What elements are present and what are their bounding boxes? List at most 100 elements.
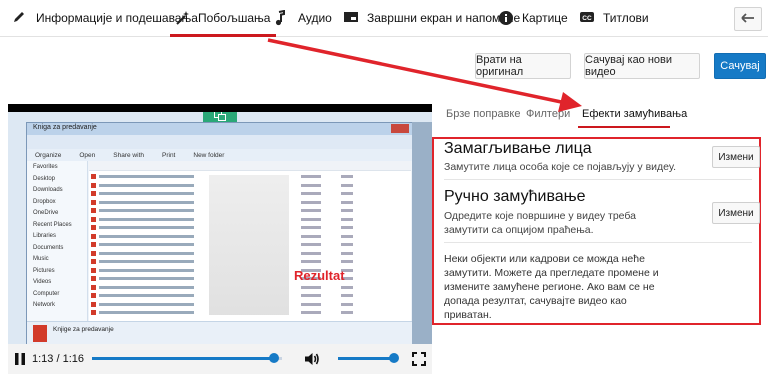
time-display: 1:13 / 1:16	[32, 353, 84, 365]
back-button[interactable]	[734, 7, 762, 31]
tab-audio[interactable]: Аудио	[274, 0, 332, 36]
toolbar-item: Organize	[35, 151, 62, 159]
file-row	[91, 216, 409, 223]
save-button[interactable]: Сачувај	[714, 53, 766, 79]
face-blur-description: Замутите лица особа које се појављују у …	[444, 161, 676, 173]
result-overlay-label: Rezultat	[294, 268, 345, 283]
editor-tabs-bar: Информације и подешавања Побољшања Аудио…	[0, 0, 768, 37]
divider	[444, 179, 752, 180]
magic-wand-icon	[174, 10, 192, 26]
file-row	[91, 309, 409, 316]
active-tab-indicator	[578, 126, 670, 128]
window-close-icon	[391, 124, 409, 133]
face-blur-edit-button[interactable]: Измени	[712, 146, 760, 168]
file-row	[91, 284, 409, 291]
explorer-toolbar: Organize Open Share with Print New folde…	[27, 149, 421, 161]
explorer-address-bar	[27, 135, 413, 150]
file-row	[91, 207, 409, 214]
pdf-file-icon	[33, 325, 47, 342]
tab-subtitles[interactable]: CC Титлови	[579, 0, 649, 36]
toolbar-item: Share with	[113, 151, 144, 159]
tab-end-screen-annotations[interactable]: Завршни екран и напомене	[343, 0, 520, 36]
info-circle-icon	[498, 10, 516, 26]
custom-blur-edit-button[interactable]: Измени	[712, 202, 760, 224]
revert-to-original-button[interactable]: Врати на оригинал	[475, 53, 571, 79]
toolbar-item: New folder	[193, 151, 225, 159]
nav-item: Music	[33, 256, 49, 262]
file-row	[91, 275, 409, 282]
fullscreen-button[interactable]	[412, 352, 426, 371]
pause-icon	[14, 353, 26, 370]
tab-label: Титлови	[603, 11, 649, 25]
nav-item: Documents	[33, 244, 64, 251]
toolbar-item: Print	[162, 151, 176, 159]
custom-blur-description: Одредите које површине у видеу треба зам…	[444, 210, 636, 236]
file-row	[91, 292, 409, 299]
file-row	[91, 182, 409, 189]
seek-progress	[92, 357, 275, 360]
explorer-file-list	[89, 161, 411, 321]
tab-enhancements[interactable]: Побољшања	[169, 0, 277, 37]
nav-item: Libraries	[33, 233, 57, 239]
player-controls: 1:13 / 1:16	[8, 344, 432, 374]
tab-blur-effects[interactable]: Ефекти замућивања	[582, 108, 687, 120]
svg-text:CC: CC	[582, 15, 592, 22]
tab-label: Аудио	[298, 11, 332, 25]
file-row	[91, 250, 409, 257]
tab-info-settings[interactable]: Информације и подешавања	[12, 0, 198, 36]
arrow-left-icon	[741, 10, 755, 28]
volume-button[interactable]	[304, 351, 320, 372]
fullscreen-icon	[412, 352, 426, 370]
selected-file-name: Knjige za predavanje	[53, 326, 114, 333]
window-title: Kniga za predavanje	[33, 124, 97, 131]
volume-icon	[304, 353, 320, 371]
custom-blur-title: Ручно замућивање	[444, 188, 586, 205]
file-row	[91, 199, 409, 206]
background-window	[412, 122, 432, 348]
file-row	[91, 241, 409, 248]
file-row	[91, 301, 409, 308]
nav-item: Dropbox	[33, 198, 56, 205]
explorer-details-pane: Knjige za predavanje	[27, 321, 413, 346]
nav-item: Computer	[33, 290, 60, 297]
nav-item: OneDrive	[33, 210, 59, 216]
tab-cards[interactable]: Картице	[498, 0, 568, 36]
file-row	[91, 267, 409, 274]
explorer-nav-pane: Favorites Desktop Downloads Dropbox OneDrive…	[27, 161, 88, 321]
volume-slider[interactable]	[338, 353, 399, 363]
window-titlebar: Kniga za predavanje	[27, 123, 413, 135]
nav-item: Pictures	[33, 267, 55, 274]
volume-thumb[interactable]	[389, 353, 399, 363]
nav-item: Desktop	[33, 175, 56, 182]
end-screen-icon	[343, 10, 361, 26]
file-list-header	[89, 161, 411, 171]
volume-level	[338, 357, 394, 360]
video-frame: Kniga za predavanje Organize Open Share …	[8, 112, 432, 348]
nav-item: Videos	[33, 279, 52, 285]
pause-button[interactable]	[14, 352, 26, 371]
file-row	[91, 190, 409, 197]
file-row	[91, 233, 409, 240]
explorer-window: Kniga za predavanje Organize Open Share …	[26, 122, 421, 346]
tab-quick-fixes[interactable]: Брзе поправке	[446, 108, 520, 120]
file-row	[91, 224, 409, 231]
divider	[444, 242, 752, 243]
nav-item: Favorites	[33, 164, 58, 170]
tab-filters[interactable]: Филтери	[526, 108, 570, 120]
toolbar-item: Open	[79, 151, 96, 159]
nav-item: Recent Places	[33, 221, 72, 228]
face-blur-title: Замагљивање лица	[444, 140, 592, 157]
cc-icon: CC	[579, 10, 597, 26]
save-as-new-video-button[interactable]: Сачувај као нови видео	[584, 53, 700, 79]
tab-label: Картице	[522, 11, 568, 25]
blur-note: Неки објекти или кадрови се можда неће з…	[444, 253, 659, 321]
compare-toggle[interactable]	[203, 112, 237, 122]
music-note-icon	[274, 9, 292, 26]
video-preview[interactable]: Kniga za predavanje Organize Open Share …	[8, 104, 432, 372]
tab-label: Побољшања	[198, 11, 271, 25]
seek-thumb[interactable]	[269, 353, 280, 363]
pencil-icon	[12, 10, 30, 26]
nav-item: Downloads	[33, 187, 63, 193]
file-row	[91, 258, 409, 265]
seek-bar[interactable]	[92, 353, 282, 363]
